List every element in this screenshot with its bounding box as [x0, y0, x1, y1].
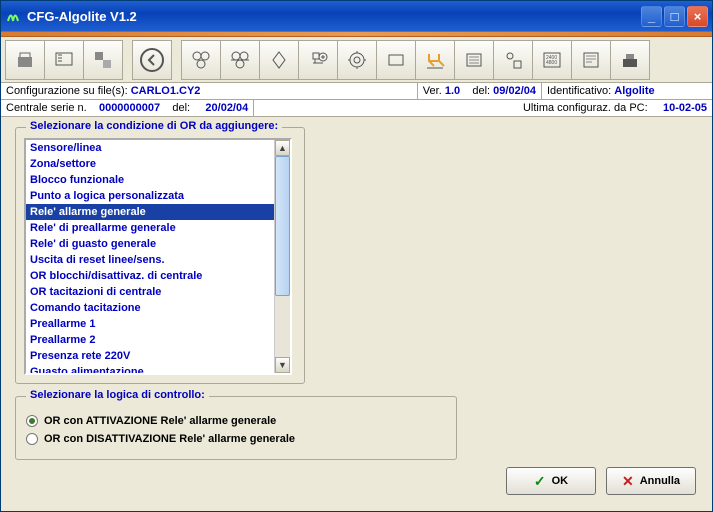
scroll-down-button[interactable]: ▼	[275, 357, 290, 373]
list-item[interactable]: Zona/settore	[26, 156, 274, 172]
config-file-label: Configurazione su file(s):	[6, 85, 128, 97]
toolbar-btn-11[interactable]	[415, 40, 455, 80]
toolbar-btn-9[interactable]	[337, 40, 377, 80]
toolbar-btn-1[interactable]	[5, 40, 45, 80]
titlebar[interactable]: CFG-Algolite V1.2 _ □ ×	[1, 1, 712, 31]
minimize-button[interactable]: _	[641, 6, 662, 27]
cancel-button[interactable]: ✕ Annulla	[606, 467, 696, 495]
window-title: CFG-Algolite V1.2	[27, 9, 641, 24]
config-file-value: CARLO1.CY2	[131, 85, 201, 97]
ok-label: OK	[552, 475, 569, 487]
scroll-up-button[interactable]: ▲	[275, 140, 290, 156]
toolbar-btn-7[interactable]	[259, 40, 299, 80]
svg-text:4800: 4800	[546, 60, 557, 66]
id-label: Identificativo:	[547, 85, 611, 97]
toolbar-btn-5[interactable]	[181, 40, 221, 80]
toolbar-btn-10[interactable]	[376, 40, 416, 80]
toolbar: 24004800	[1, 37, 712, 83]
app-window: CFG-Algolite V1.2 _ □ × 24004800 Configu…	[0, 0, 713, 512]
list-item[interactable]: Uscita di reset linee/sens.	[26, 252, 274, 268]
toolbar-btn-16[interactable]	[610, 40, 650, 80]
toolbar-btn-15[interactable]	[571, 40, 611, 80]
radio-disattivazione-label: OR con DISATTIVAZIONE Rele' allarme gene…	[44, 433, 295, 445]
list-item[interactable]: Guasto alimentazione	[26, 364, 274, 375]
dialog-buttons: ✓ OK ✕ Annulla	[506, 467, 696, 495]
toolbar-btn-2[interactable]	[44, 40, 84, 80]
close-button[interactable]: ×	[687, 6, 708, 27]
del2-date: 20/02/04	[205, 102, 248, 114]
radio-disattivazione[interactable]: OR con DISATTIVAZIONE Rele' allarme gene…	[26, 433, 446, 445]
radio-icon	[26, 433, 38, 445]
main-area: Selezionare la condizione di OR da aggiu…	[1, 117, 712, 468]
toolbar-btn-3[interactable]	[83, 40, 123, 80]
list-item[interactable]: Rele' di guasto generale	[26, 236, 274, 252]
app-icon	[5, 8, 21, 24]
ok-button[interactable]: ✓ OK	[506, 467, 596, 495]
list-item[interactable]: Punto a logica personalizzata	[26, 188, 274, 204]
ver-value: 1.0	[445, 85, 460, 97]
toolbar-btn-8[interactable]	[298, 40, 338, 80]
check-icon: ✓	[534, 473, 546, 490]
or-condition-title: Selezionare la condizione di OR da aggiu…	[26, 120, 282, 132]
del2-label: del:	[172, 102, 190, 114]
list-item[interactable]: OR blocchi/disattivaz. di centrale	[26, 268, 274, 284]
list-item[interactable]: Comando tacitazione	[26, 300, 274, 316]
list-scrollbar[interactable]: ▲ ▼	[274, 140, 290, 373]
last-cfg-label: Ultima configuraz. da PC:	[523, 102, 648, 114]
scroll-thumb[interactable]	[275, 156, 290, 296]
radio-icon	[26, 415, 38, 427]
list-item[interactable]: Rele' allarme generale	[26, 204, 274, 220]
info-bar-2: Centrale serie n. 0000000007 del: 20/02/…	[1, 100, 712, 117]
list-item[interactable]: Preallarme 2	[26, 332, 274, 348]
maximize-button[interactable]: □	[664, 6, 685, 27]
or-condition-group: Selezionare la condizione di OR da aggiu…	[15, 127, 305, 384]
toolbar-btn-12[interactable]	[454, 40, 494, 80]
radio-attivazione-label: OR con ATTIVAZIONE Rele' allarme general…	[44, 415, 276, 427]
radio-attivazione[interactable]: OR con ATTIVAZIONE Rele' allarme general…	[26, 415, 446, 427]
or-condition-list[interactable]: Sensore/lineaZona/settoreBlocco funziona…	[24, 138, 292, 375]
list-item[interactable]: Rele' di preallarme generale	[26, 220, 274, 236]
id-value: Algolite	[614, 85, 654, 97]
toolbar-btn-13[interactable]	[493, 40, 533, 80]
list-item[interactable]: Preallarme 1	[26, 316, 274, 332]
list-item[interactable]: Presenza rete 220V	[26, 348, 274, 364]
list-item[interactable]: Sensore/linea	[26, 140, 274, 156]
del-date: 09/02/04	[493, 85, 536, 97]
del-label: del:	[472, 85, 490, 97]
logic-group: Selezionare la logica di controllo: OR c…	[15, 396, 457, 460]
toolbar-btn-6[interactable]	[220, 40, 260, 80]
info-bar-1: Configurazione su file(s): CARLO1.CY2 Ve…	[1, 83, 712, 100]
serie-label: Centrale serie n.	[6, 102, 87, 114]
serie-value: 0000000007	[99, 102, 160, 114]
last-cfg-date: 10-02-05	[663, 102, 707, 114]
x-icon: ✕	[622, 473, 634, 490]
list-item[interactable]: OR tacitazioni di centrale	[26, 284, 274, 300]
list-item[interactable]: Blocco funzionale	[26, 172, 274, 188]
toolbar-btn-14[interactable]: 24004800	[532, 40, 572, 80]
ver-label: Ver.	[423, 85, 442, 97]
back-button[interactable]	[132, 40, 172, 80]
cancel-label: Annulla	[640, 475, 680, 487]
logic-title: Selezionare la logica di controllo:	[26, 389, 209, 401]
